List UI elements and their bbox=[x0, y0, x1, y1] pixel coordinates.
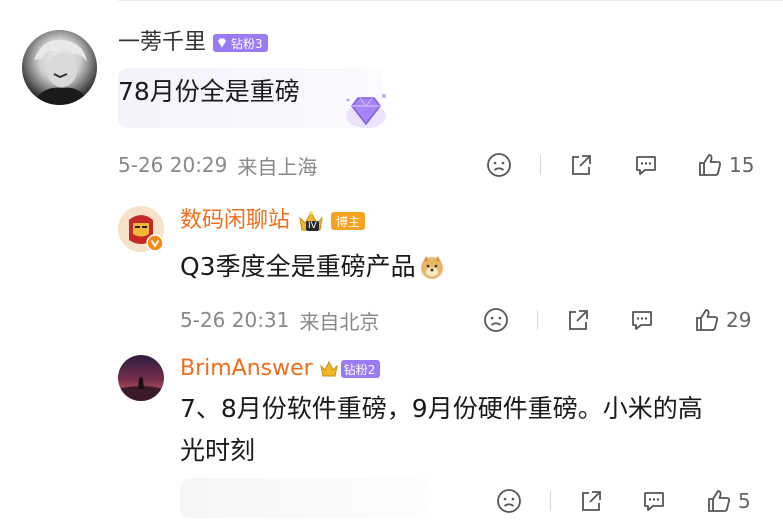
fan-badge-label: 钻粉2 bbox=[343, 362, 376, 377]
fan-badge[interactable]: 钻粉2 bbox=[340, 360, 381, 378]
action-divider bbox=[550, 491, 551, 511]
thumbs-up-icon bbox=[708, 490, 730, 512]
username[interactable]: BrimAnswer bbox=[180, 354, 313, 384]
sad-face-icon bbox=[497, 489, 521, 513]
crown-icon bbox=[319, 360, 338, 377]
silhouette-avatar-icon bbox=[118, 377, 164, 401]
avatar[interactable] bbox=[118, 355, 164, 401]
dislike-button[interactable] bbox=[496, 486, 522, 516]
comment-actions: 5 bbox=[0, 486, 783, 516]
like-count: 5 bbox=[738, 489, 751, 513]
share-icon bbox=[582, 491, 601, 511]
share-button[interactable] bbox=[578, 486, 604, 516]
comment-text-line-1: 7、8月份软件重磅，9月份硬件重磅。小米的高 bbox=[180, 394, 703, 423]
reply-button[interactable] bbox=[641, 486, 667, 516]
name-row: BrimAnswer 钻粉2 bbox=[180, 354, 381, 384]
reply-item: BrimAnswer 钻粉2 7、8月份软件重磅，9月份硬件重磅。小米的高 光时… bbox=[0, 0, 783, 528]
comment-icon bbox=[644, 492, 664, 511]
comment-text-line-2: 光时刻 bbox=[180, 436, 256, 465]
like-button[interactable]: 5 bbox=[706, 486, 751, 516]
